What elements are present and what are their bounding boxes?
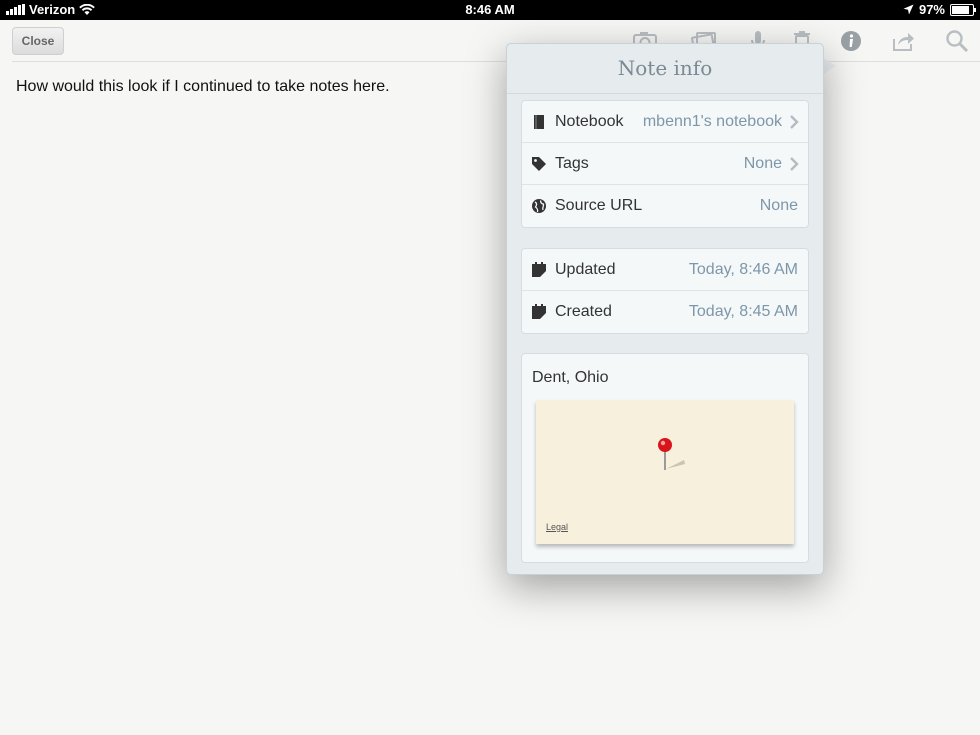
note-info-popover: Note info Notebook mbenn1's notebook Tag… xyxy=(506,43,824,575)
notebook-label: Notebook xyxy=(555,112,624,130)
popover-title: Note info xyxy=(617,56,713,80)
map-legal-link[interactable]: Legal xyxy=(546,522,568,532)
close-button[interactable]: Close xyxy=(12,27,64,55)
battery-percent: 97% xyxy=(918,2,945,17)
status-bar: Verizon 8:46 AM 97% xyxy=(0,0,980,20)
tags-label: Tags xyxy=(555,154,589,172)
source-url-label: Source URL xyxy=(555,196,643,214)
chevron-right-icon xyxy=(790,157,799,171)
source-url-value: None xyxy=(759,196,798,214)
created-label: Created xyxy=(555,302,612,320)
updated-value: Today, 8:46 AM xyxy=(688,260,798,278)
calendar-icon xyxy=(532,262,546,277)
battery-icon xyxy=(950,3,976,16)
notebook-row[interactable]: Notebook mbenn1's notebook xyxy=(522,101,808,143)
note-body[interactable]: How would this look if I continued to ta… xyxy=(16,78,390,96)
info-icon[interactable] xyxy=(838,28,864,54)
tag-icon xyxy=(532,157,546,171)
location-map[interactable]: Legal xyxy=(536,400,794,544)
notebook-value: mbenn1's notebook xyxy=(642,112,782,130)
created-row: Created Today, 8:45 AM xyxy=(522,291,808,332)
status-right: 97% xyxy=(903,2,976,17)
location-arrow-icon xyxy=(903,4,914,15)
map-pin-icon xyxy=(658,438,685,470)
tags-row[interactable]: Tags None xyxy=(522,143,808,185)
search-icon[interactable] xyxy=(944,28,970,54)
location-name: Dent, Ohio xyxy=(532,369,609,386)
battery-fill xyxy=(952,5,969,14)
chevron-right-icon xyxy=(790,115,799,129)
popover-title-divider xyxy=(507,93,823,94)
dates-group: Updated Today, 8:46 AM Created Today, 8:… xyxy=(521,248,809,334)
notebook-icon xyxy=(534,115,544,129)
created-value: Today, 8:45 AM xyxy=(688,302,798,320)
globe-icon xyxy=(532,199,546,213)
updated-row: Updated Today, 8:46 AM xyxy=(522,249,808,291)
updated-label: Updated xyxy=(555,260,616,278)
details-group: Notebook mbenn1's notebook Tags None Sou… xyxy=(521,100,809,228)
status-time: 8:46 AM xyxy=(465,2,515,17)
location-group: Dent, Ohio Legal xyxy=(521,353,809,563)
source-url-row[interactable]: Source URL None xyxy=(522,185,808,226)
tags-value: None xyxy=(743,154,782,172)
calendar-icon xyxy=(532,304,546,319)
share-icon[interactable] xyxy=(890,28,916,54)
